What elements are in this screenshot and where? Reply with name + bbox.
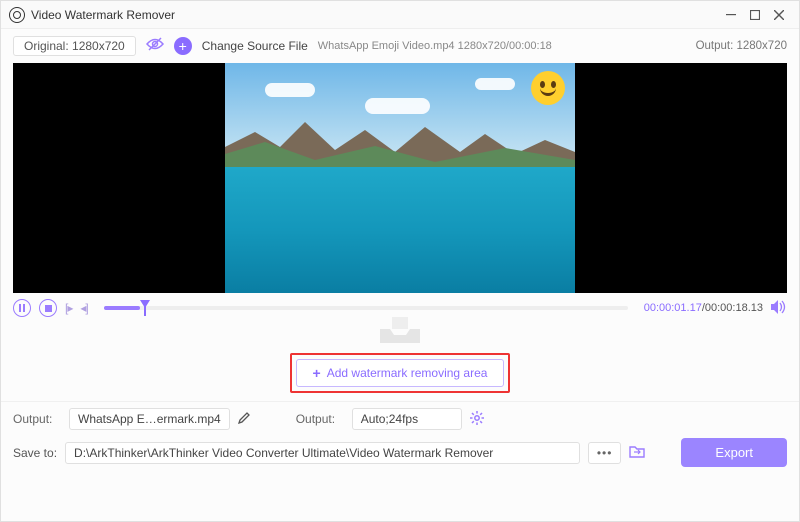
mark-in-button[interactable]: [▸: [65, 301, 72, 315]
add-area-highlight: + Add watermark removing area: [290, 353, 511, 393]
add-watermark-area-button[interactable]: + Add watermark removing area: [296, 359, 505, 387]
close-button[interactable]: [767, 3, 791, 27]
volume-icon: [771, 300, 787, 314]
export-button[interactable]: Export: [681, 438, 787, 467]
output-filename: WhatsApp E…ermark.mp4: [69, 408, 230, 430]
total-time: /00:00:18.13: [702, 302, 763, 314]
output-file-label: Output:: [13, 412, 61, 426]
top-toolbar: Original: 1280x720 + Change Source File …: [1, 29, 799, 59]
seek-slider[interactable]: [104, 306, 628, 310]
bottom-panel: Output: WhatsApp E…ermark.mp4 Output: Au…: [1, 401, 799, 477]
change-source-plus-icon[interactable]: +: [174, 37, 192, 55]
stop-icon: [45, 305, 52, 312]
app-title: Video Watermark Remover: [31, 8, 719, 22]
output-resolution: Output: 1280x720: [696, 40, 787, 52]
plus-icon: +: [313, 365, 321, 381]
app-window: Video Watermark Remover Original: 1280x7…: [0, 0, 800, 522]
seek-thumb[interactable]: [140, 300, 150, 314]
close-icon: [774, 10, 784, 20]
gear-icon: [470, 411, 484, 425]
rename-button[interactable]: [238, 412, 250, 427]
original-resolution: Original: 1280x720: [13, 36, 136, 56]
open-folder-button[interactable]: [629, 445, 645, 461]
pause-icon: [18, 304, 26, 312]
pause-button[interactable]: [13, 299, 31, 317]
browse-button[interactable]: •••: [588, 442, 622, 464]
titlebar: Video Watermark Remover: [1, 1, 799, 29]
video-frame[interactable]: [225, 63, 575, 293]
output-settings-button[interactable]: [470, 411, 484, 428]
minimize-button[interactable]: [719, 3, 743, 27]
app-logo-icon: [9, 7, 25, 23]
add-area-label: Add watermark removing area: [327, 366, 488, 380]
maximize-icon: [750, 10, 760, 20]
scene-mountains: [225, 112, 575, 167]
output-row: Output: WhatsApp E…ermark.mp4 Output: Au…: [13, 408, 787, 430]
emoji-watermark-icon: [531, 71, 565, 105]
folder-icon: [629, 445, 645, 458]
current-time: 00:00:01.17: [644, 302, 702, 314]
source-file-info: WhatsApp Emoji Video.mp4 1280x720/00:00:…: [318, 40, 552, 52]
video-preview-stage: [13, 63, 787, 293]
tray-icon: [378, 315, 422, 345]
volume-button[interactable]: [771, 300, 787, 317]
pencil-icon: [238, 412, 250, 424]
seek-fill: [104, 306, 141, 310]
output-format-label: Output:: [296, 412, 344, 426]
maximize-button[interactable]: [743, 3, 767, 27]
scene-water: [225, 167, 575, 294]
save-row: Save to: D:\ArkThinker\ArkThinker Video …: [13, 438, 787, 467]
change-source-label[interactable]: Change Source File: [202, 39, 308, 53]
preview-toggle-icon[interactable]: [146, 37, 164, 56]
save-to-label: Save to:: [13, 446, 57, 460]
mark-out-button[interactable]: ◂]: [80, 301, 87, 315]
watermark-area-panel: + Add watermark removing area: [1, 323, 799, 401]
output-format[interactable]: Auto;24fps: [352, 408, 462, 430]
minimize-icon: [726, 10, 736, 20]
time-display: 00:00:01.17/00:00:18.13: [644, 302, 763, 314]
stop-button[interactable]: [39, 299, 57, 317]
save-path-input[interactable]: D:\ArkThinker\ArkThinker Video Converter…: [65, 442, 580, 464]
